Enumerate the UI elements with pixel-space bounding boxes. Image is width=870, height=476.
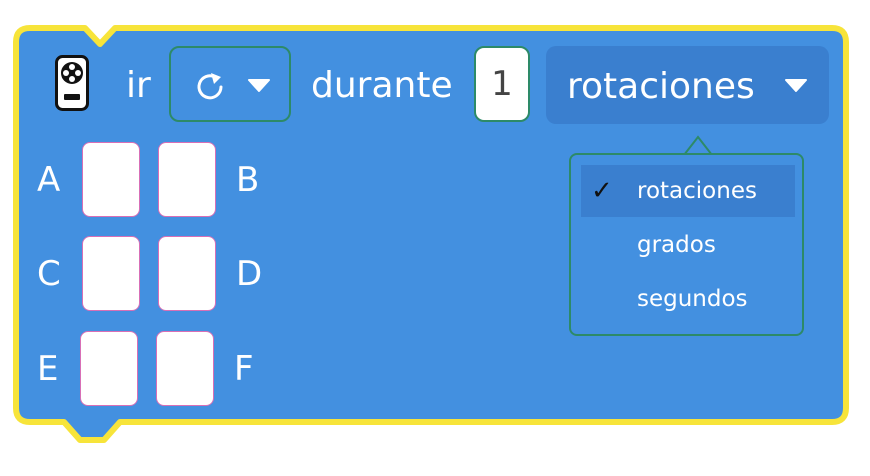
port-e-box[interactable] — [80, 331, 138, 406]
port-label-b: B — [236, 160, 260, 200]
menu-item-label: segundos — [637, 286, 748, 312]
amount-input[interactable]: 1 — [474, 46, 530, 122]
port-label-f: F — [234, 349, 254, 389]
menu-item-grados[interactable]: grados — [581, 219, 795, 271]
menu-item-segundos[interactable]: segundos — [581, 273, 795, 325]
direction-dropdown[interactable] — [169, 46, 291, 122]
menu-item-label: rotaciones — [637, 178, 757, 204]
rotate-clockwise-icon — [197, 73, 223, 100]
port-label-d: D — [236, 254, 263, 294]
chevron-down-icon — [785, 79, 807, 92]
port-f-box[interactable] — [156, 331, 214, 406]
ir-label: ir — [126, 65, 151, 106]
menu-item-label: grados — [637, 232, 716, 258]
port-label-a: A — [37, 160, 61, 200]
motor-hub-icon — [55, 55, 89, 111]
port-label-c: C — [37, 254, 61, 294]
port-label-e: E — [37, 349, 59, 389]
port-d-box[interactable] — [158, 236, 216, 311]
chevron-down-icon — [248, 79, 270, 92]
unit-dropdown-menu: ✓ rotaciones grados segundos — [569, 153, 804, 336]
port-c-box[interactable] — [82, 236, 140, 311]
menu-item-rotaciones[interactable]: ✓ rotaciones — [581, 165, 795, 217]
port-b-box[interactable] — [158, 142, 216, 217]
checkmark-icon: ✓ — [591, 176, 613, 206]
unit-dropdown[interactable]: rotaciones — [546, 46, 829, 124]
durante-label: durante — [311, 65, 453, 106]
port-a-box[interactable] — [82, 142, 140, 217]
unit-value: rotaciones — [567, 66, 755, 107]
